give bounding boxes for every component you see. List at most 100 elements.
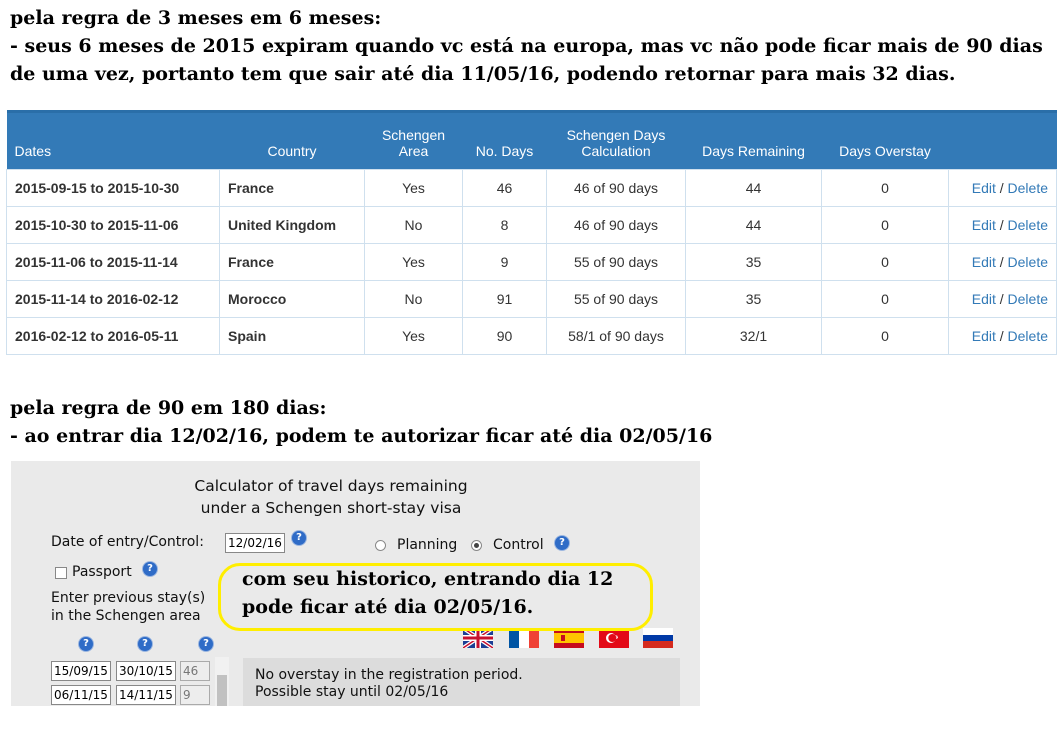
cell-overstay: 0 (821, 169, 949, 207)
stay-to-input[interactable]: 14/11/15 (116, 685, 176, 705)
delete-link[interactable]: Delete (1008, 180, 1048, 196)
cell-dates: 2015-11-06 to 2015-11-14 (6, 243, 220, 281)
edit-link[interactable]: Edit (972, 328, 996, 344)
note-middle-line1: pela regra de 90 em 180 dias: (10, 397, 327, 419)
action-separator: / (999, 180, 1004, 196)
delete-link[interactable]: Delete (1008, 217, 1048, 233)
cell-schengen: No (364, 280, 463, 318)
cell-country: Morocco (219, 280, 365, 318)
control-radio[interactable] (471, 540, 482, 551)
edit-link[interactable]: Edit (972, 180, 996, 196)
edit-link[interactable]: Edit (972, 254, 996, 270)
cell-dates: 2015-11-14 to 2016-02-12 (6, 280, 220, 318)
cell-schengen: Yes (364, 317, 463, 355)
cell-actions: Edit / Delete (948, 243, 1057, 281)
spain-flag-icon[interactable] (554, 628, 584, 648)
cell-country: France (219, 169, 365, 207)
stay-to-help-icon[interactable]: ? (138, 637, 152, 651)
note-middle: pela regra de 90 em 180 dias: - ao entra… (10, 394, 712, 450)
note-middle-line2: - ao entrar dia 12/02/16, podem te autor… (10, 425, 713, 447)
action-separator: / (999, 217, 1004, 233)
note-top: pela regra de 3 meses em 6 meses: - seus… (10, 4, 1043, 88)
table-row: 2015-10-30 to 2015-11-06 United Kingdom … (6, 206, 1057, 244)
cell-calculation: 46 of 90 days (546, 169, 686, 207)
result-possible-stay-text: Possible stay until 02/05/16 (255, 684, 449, 700)
cell-remaining: 44 (685, 169, 822, 207)
previous-stays-label-line1: Enter previous stay(s) (51, 590, 206, 606)
annotation-line1: com seu historico, entrando dia 12 (242, 568, 614, 590)
delete-link[interactable]: Delete (1008, 254, 1048, 270)
header-days-overstay: Days Overstay (821, 110, 949, 170)
planning-label: Planning (397, 537, 458, 553)
cell-calculation: 55 of 90 days (546, 243, 686, 281)
cell-remaining: 44 (685, 206, 822, 244)
cell-calculation: 55 of 90 days (546, 280, 686, 318)
calculator-title-line1: Calculator of travel days remaining (194, 477, 468, 495)
russia-flag-icon[interactable] (643, 628, 673, 648)
header-schengen-area-line2: Area (398, 143, 429, 159)
turkey-flag-icon[interactable] (599, 628, 629, 648)
passport-label: Passport (72, 564, 132, 580)
cell-overstay: 0 (821, 280, 949, 318)
cell-days: 91 (462, 280, 547, 318)
stay-from-input[interactable]: 15/09/15 (51, 661, 111, 681)
header-schengen-area: Schengen Area (364, 110, 463, 170)
header-country: Country (219, 110, 365, 170)
header-dates: Dates (6, 110, 220, 170)
cell-days: 8 (462, 206, 547, 244)
header-schengen-area-line1: Schengen (381, 127, 446, 143)
cell-days: 9 (462, 243, 547, 281)
cell-country: United Kingdom (219, 206, 365, 244)
cell-actions: Edit / Delete (948, 280, 1057, 318)
cell-calculation: 58/1 of 90 days (546, 317, 686, 355)
entry-date-help-icon[interactable]: ? (292, 531, 306, 545)
edit-link[interactable]: Edit (972, 291, 996, 307)
cell-actions: Edit / Delete (948, 169, 1057, 207)
france-flag-icon[interactable] (509, 628, 539, 648)
stay-from-help-icon[interactable]: ? (79, 637, 93, 651)
header-no-days: No. Days (462, 110, 547, 170)
table-row: 2015-11-14 to 2016-02-12 Morocco No 91 5… (6, 280, 1057, 318)
entry-date-input[interactable]: 12/02/16 (225, 533, 285, 553)
annotation-line2: pode ficar até dia 02/05/16. (242, 596, 534, 618)
cell-remaining: 35 (685, 243, 822, 281)
stay-days-output: 9 (180, 685, 210, 705)
stays-scrollbar[interactable] (215, 657, 229, 706)
passport-checkbox[interactable] (55, 567, 67, 579)
cell-dates: 2015-09-15 to 2015-10-30 (6, 169, 220, 207)
cell-schengen: No (364, 206, 463, 244)
cell-actions: Edit / Delete (948, 206, 1057, 244)
delete-link[interactable]: Delete (1008, 328, 1048, 344)
mode-help-icon[interactable]: ? (555, 536, 569, 550)
note-top-line1: pela regra de 3 meses em 6 meses: (10, 7, 382, 29)
planning-radio[interactable] (375, 540, 386, 551)
result-overstay-text: No overstay in the registration period. (255, 667, 523, 683)
header-calculation-line2: Calculation (581, 143, 651, 159)
delete-link[interactable]: Delete (1008, 291, 1048, 307)
trips-table: Dates Country Schengen Area No. Days Sche… (6, 110, 1057, 355)
passport-help-icon[interactable]: ? (143, 562, 157, 576)
control-label: Control (493, 537, 544, 553)
stays-scrollbar-thumb[interactable] (217, 675, 227, 706)
header-actions (948, 110, 1057, 170)
trips-table-wrapper: Dates Country Schengen Area No. Days Sche… (6, 110, 1057, 355)
header-days-remaining: Days Remaining (685, 110, 822, 170)
cell-remaining: 35 (685, 280, 822, 318)
stay-days-output: 46 (180, 661, 210, 681)
header-calculation: Schengen Days Calculation (546, 110, 686, 170)
cell-overstay: 0 (821, 317, 949, 355)
stay-days-help-icon[interactable]: ? (199, 637, 213, 651)
cell-days: 90 (462, 317, 547, 355)
table-header-row: Dates Country Schengen Area No. Days Sche… (6, 110, 1057, 170)
note-top-line3: de uma vez, portanto tem que sair até di… (10, 63, 956, 85)
cell-remaining: 32/1 (685, 317, 822, 355)
cell-country: Spain (219, 317, 365, 355)
cell-schengen: Yes (364, 243, 463, 281)
action-separator: / (999, 291, 1004, 307)
table-row: 2016-02-12 to 2016-05-11 Spain Yes 90 58… (6, 317, 1057, 355)
header-calculation-line1: Schengen Days (566, 127, 666, 143)
stay-to-input[interactable]: 30/10/15 (116, 661, 176, 681)
stay-from-input[interactable]: 06/11/15 (51, 685, 111, 705)
uk-flag-icon[interactable] (463, 628, 493, 648)
edit-link[interactable]: Edit (972, 217, 996, 233)
